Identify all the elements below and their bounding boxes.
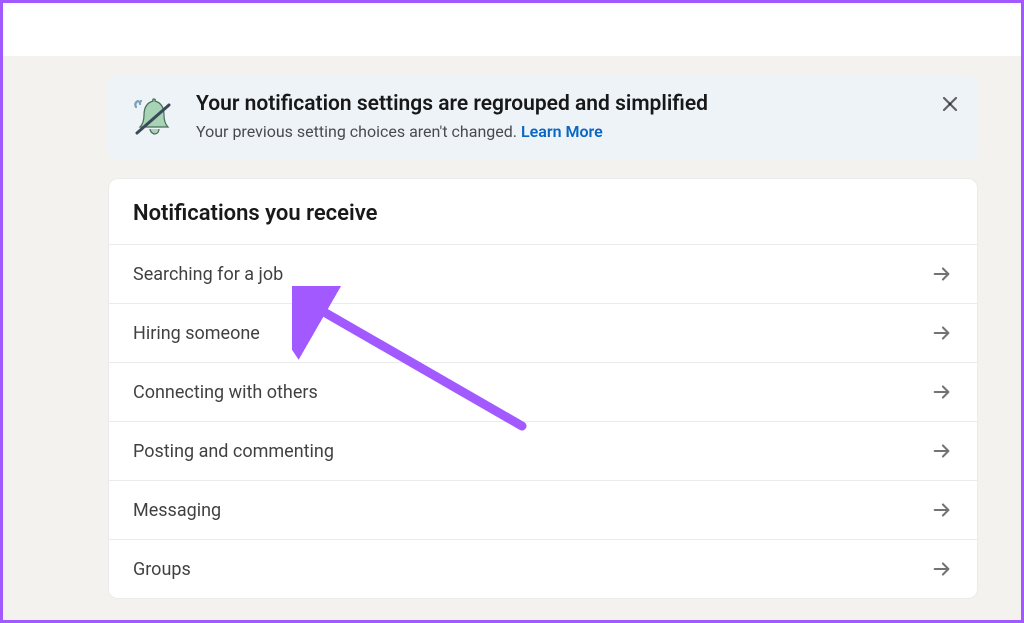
item-connecting-with-others[interactable]: Connecting with others <box>109 362 977 421</box>
list-item-label: Messaging <box>133 500 221 521</box>
list-item-label: Connecting with others <box>133 382 318 403</box>
bell-icon <box>128 92 178 142</box>
list-item-label: Hiring someone <box>133 323 260 344</box>
chevron-right-icon <box>931 381 953 403</box>
chevron-right-icon <box>931 322 953 344</box>
close-button[interactable] <box>936 90 964 118</box>
learn-more-link[interactable]: Learn More <box>521 122 603 141</box>
banner-text: Your notification settings are regrouped… <box>196 92 958 141</box>
item-groups[interactable]: Groups <box>109 539 977 598</box>
banner-subtitle: Your previous setting choices aren't cha… <box>196 122 958 141</box>
chevron-right-icon <box>931 440 953 462</box>
section-title: Notifications you receive <box>109 179 977 244</box>
list-item-label: Groups <box>133 559 191 580</box>
content-container: Your notification settings are regrouped… <box>108 76 978 599</box>
list-item-label: Searching for a job <box>133 264 283 285</box>
chevron-right-icon <box>931 558 953 580</box>
top-whitespace <box>0 0 1024 56</box>
page-background: Your notification settings are regrouped… <box>0 56 1024 623</box>
banner-subtitle-text: Your previous setting choices aren't cha… <box>196 122 521 141</box>
item-searching-for-a-job[interactable]: Searching for a job <box>109 244 977 303</box>
item-messaging[interactable]: Messaging <box>109 480 977 539</box>
notifications-card: Notifications you receive Searching for … <box>108 178 978 599</box>
item-hiring-someone[interactable]: Hiring someone <box>109 303 977 362</box>
close-icon <box>941 95 959 113</box>
chevron-right-icon <box>931 499 953 521</box>
list-item-label: Posting and commenting <box>133 441 334 462</box>
chevron-right-icon <box>931 263 953 285</box>
banner-title: Your notification settings are regrouped… <box>196 92 958 116</box>
item-posting-and-commenting[interactable]: Posting and commenting <box>109 421 977 480</box>
info-banner: Your notification settings are regrouped… <box>108 76 978 160</box>
